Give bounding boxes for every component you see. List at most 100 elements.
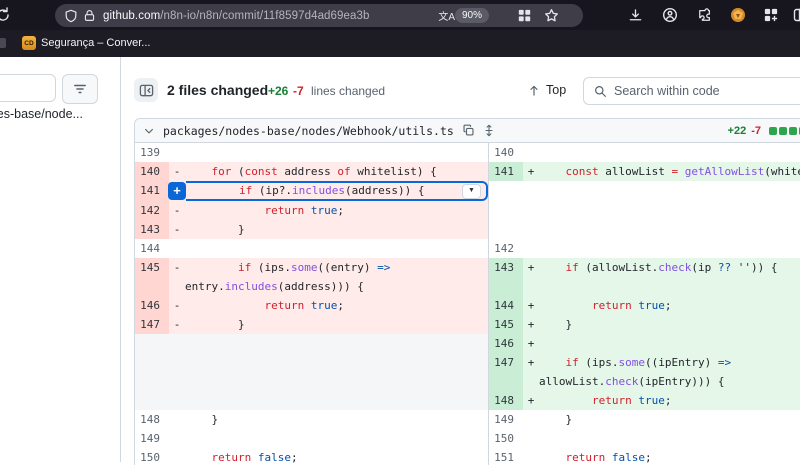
diff-visual-row: 147- }145+ } bbox=[135, 315, 800, 334]
lines-changed-label: lines changed bbox=[311, 84, 385, 98]
diff-marker: - bbox=[169, 296, 185, 315]
chevron-down-icon[interactable] bbox=[143, 125, 155, 137]
line-number[interactable]: 143 bbox=[489, 258, 523, 277]
url-text[interactable]: github.com/n8n-io/n8n/commit/11f8597d4ad… bbox=[103, 10, 370, 22]
line-number bbox=[489, 372, 523, 391]
line-number[interactable]: 143 bbox=[135, 220, 169, 239]
search-icon bbox=[594, 85, 607, 98]
zoom-level-badge[interactable]: 90% bbox=[455, 8, 489, 23]
diff-row: 150 bbox=[489, 429, 800, 448]
line-number[interactable]: 149 bbox=[489, 410, 523, 429]
file-tree-item[interactable]: les-base/node... bbox=[0, 107, 83, 121]
code-line bbox=[539, 429, 800, 448]
bookmark-item[interactable]: Segurança – Conver... bbox=[41, 37, 150, 49]
diff-row: 144 bbox=[135, 239, 488, 258]
bookmark-favicon[interactable]: CD bbox=[22, 36, 36, 50]
line-number[interactable]: 147 bbox=[135, 315, 169, 334]
diff-filler bbox=[489, 181, 800, 201]
code-line bbox=[539, 143, 800, 162]
extension-icon[interactable] bbox=[694, 5, 716, 25]
sidebar-toggle-icon[interactable] bbox=[790, 5, 800, 25]
diff-marker bbox=[169, 410, 185, 429]
diff-row bbox=[489, 277, 800, 296]
github-page: les-base/node... 2 files changed +26 -7 … bbox=[0, 57, 800, 462]
url-bar[interactable]: github.com/n8n-io/n8n/commit/11f8597d4ad… bbox=[55, 4, 583, 27]
line-number[interactable]: 148 bbox=[135, 410, 169, 429]
diff-visual-row: 139 140 bbox=[135, 143, 800, 162]
filter-button[interactable] bbox=[62, 74, 98, 104]
reload-icon[interactable] bbox=[0, 5, 14, 25]
diff-marker: - bbox=[169, 315, 185, 334]
bookmark-star-icon[interactable] bbox=[544, 8, 559, 23]
downloads-icon[interactable] bbox=[624, 5, 646, 25]
code-line: return true; bbox=[185, 296, 488, 315]
collapse-file-tree-button[interactable] bbox=[134, 78, 158, 102]
diff-pane-right-cell: 143+ if (allowList.check(ip ?? '')) { bbox=[489, 258, 800, 277]
lock-icon[interactable] bbox=[83, 9, 96, 22]
diff-pane-left-cell: 141+ if (ip?.includes(address)) {▼ bbox=[135, 181, 488, 201]
diff-row-selected: 141+ if (ip?.includes(address)) {▼ bbox=[135, 181, 488, 201]
diff-marker: + bbox=[523, 353, 539, 372]
code-line: if (ip?.includes(address)) { bbox=[186, 183, 486, 198]
code-line: return false; bbox=[185, 448, 488, 465]
file-filter-input[interactable] bbox=[0, 74, 56, 102]
code-line: } bbox=[185, 220, 488, 239]
line-number[interactable]: 150 bbox=[489, 429, 523, 448]
copy-icon[interactable] bbox=[462, 124, 475, 137]
diff-filler bbox=[135, 334, 488, 353]
account-icon[interactable] bbox=[659, 5, 681, 25]
line-number[interactable]: 141 bbox=[489, 162, 523, 181]
code-line: for (const address of whitelist) { bbox=[185, 162, 488, 181]
diff-pane-right-cell: 141+ const allowList = getAllowList(whit… bbox=[489, 162, 800, 181]
line-number[interactable]: 140 bbox=[489, 143, 523, 162]
add-comment-button[interactable]: + bbox=[168, 182, 186, 200]
code-line: if (ips.some((entry) => bbox=[185, 258, 488, 277]
line-number[interactable]: 142 bbox=[135, 201, 169, 220]
line-number[interactable]: 145 bbox=[489, 315, 523, 334]
line-number[interactable]: 145 bbox=[135, 258, 169, 277]
line-number[interactable]: 151 bbox=[489, 448, 523, 465]
diff-marker bbox=[523, 239, 539, 258]
line-number[interactable]: 146 bbox=[489, 334, 523, 353]
line-number[interactable]: 146 bbox=[135, 296, 169, 315]
line-number[interactable]: 149 bbox=[135, 429, 169, 448]
diff-pane-right-cell: 150 bbox=[489, 429, 800, 448]
file-path[interactable]: packages/nodes-base/nodes/Webhook/utils.… bbox=[163, 124, 454, 138]
diff-pane-left-cell bbox=[135, 334, 488, 353]
shield-icon[interactable] bbox=[64, 9, 78, 23]
code-line: if (allowList.check(ip ?? '')) { bbox=[539, 258, 800, 277]
line-number[interactable]: 150 bbox=[135, 448, 169, 465]
scroll-to-top-link[interactable]: Top bbox=[528, 83, 566, 97]
containers-grid-icon[interactable] bbox=[518, 9, 531, 22]
diff-visual-row: 149 150 bbox=[135, 429, 800, 448]
line-number[interactable]: 142 bbox=[489, 239, 523, 258]
line-number[interactable]: 144 bbox=[489, 296, 523, 315]
code-line bbox=[539, 277, 800, 296]
diff-row: 149 } bbox=[489, 410, 800, 429]
line-number[interactable]: 147 bbox=[489, 353, 523, 372]
translate-icon[interactable]: 文A bbox=[438, 8, 455, 23]
code-line bbox=[185, 143, 488, 162]
file-deletions-count: -7 bbox=[751, 125, 761, 137]
line-number[interactable]: 141 bbox=[135, 181, 169, 201]
drag-handle-icon[interactable] bbox=[483, 124, 495, 137]
diff-row: 146+ bbox=[489, 334, 800, 353]
line-number[interactable]: 148 bbox=[489, 391, 523, 410]
diff-pane-right-cell: 144+ return true; bbox=[489, 296, 800, 315]
line-number[interactable]: 140 bbox=[135, 162, 169, 181]
diff-row: 140 bbox=[489, 143, 800, 162]
line-number[interactable]: 139 bbox=[135, 143, 169, 162]
diff-pane-right-cell: 148+ return true; bbox=[489, 391, 800, 410]
bookmarks-bar: CD Segurança – Conver... bbox=[0, 30, 800, 57]
diff-row: 145+ } bbox=[489, 315, 800, 334]
diff-marker bbox=[523, 448, 539, 465]
line-number[interactable]: 144 bbox=[135, 239, 169, 258]
search-within-code-input[interactable]: Search within code bbox=[583, 77, 800, 105]
code-line bbox=[539, 334, 800, 353]
line-menu-caret[interactable]: ▼ bbox=[462, 184, 481, 199]
file-tree-sidebar: les-base/node... bbox=[0, 57, 121, 462]
partial-bookmark-icon[interactable] bbox=[0, 38, 6, 48]
diff-marker bbox=[169, 429, 185, 448]
extensions-grid-icon[interactable] bbox=[760, 5, 782, 25]
addon-logo-icon[interactable] bbox=[727, 5, 749, 25]
